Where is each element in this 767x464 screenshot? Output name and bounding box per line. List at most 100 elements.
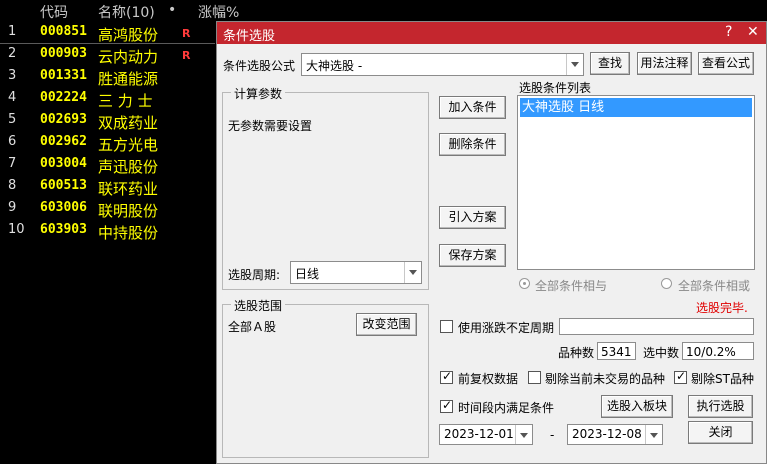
stock-code: 003004: [40, 156, 87, 171]
table-row[interactable]: 5 002693 双成药业: [0, 110, 215, 132]
table-row[interactable]: 9 603006 联明股份: [0, 198, 215, 220]
table-row[interactable]: 7 003004 声迅股份: [0, 154, 215, 176]
radio-or-label: 全部条件相或: [678, 279, 751, 293]
row-number: 9: [8, 200, 17, 215]
selected-row-underline: [0, 43, 215, 44]
table-row[interactable]: 2 000903 云内动力 R: [0, 44, 215, 66]
period-value: 日线: [295, 267, 320, 281]
selected-field: 10/0.2%: [682, 342, 754, 360]
range-caption: 选股范围: [231, 297, 286, 314]
adj-data-label: 前复权数据: [458, 372, 519, 386]
exclude-st-checkbox[interactable]: [674, 369, 687, 384]
stock-name: 五方光电: [98, 136, 159, 154]
use-period-checkbox[interactable]: [440, 320, 453, 333]
stock-code: 002224: [40, 90, 87, 105]
stock-name: 高鸿股份: [98, 26, 159, 44]
add-to-block-button[interactable]: 选股入板块: [601, 395, 673, 418]
view-formula-button[interactable]: 查看公式: [698, 52, 754, 75]
chevron-down-icon[interactable]: [515, 425, 532, 444]
table-row[interactable]: 4 002224 三 力 士: [0, 88, 215, 110]
stock-name: 中持股份: [98, 224, 159, 242]
condition-stock-picker-dialog: 条件选股 ? ✕ 条件选股公式 大神选股 - 查找 用法注释 查看公式 计算参数…: [216, 21, 767, 464]
status-text: 选股完毕.: [696, 301, 748, 315]
stock-name: 胜通能源: [98, 70, 159, 88]
time-range-checkbox[interactable]: [440, 398, 453, 413]
count-label: 品种数: [558, 346, 595, 360]
table-row[interactable]: 3 001331 胜通能源: [0, 66, 215, 88]
close-button[interactable]: 关闭: [688, 421, 753, 444]
help-icon[interactable]: ?: [725, 24, 732, 40]
exclude-st-label: 剔除ST品种: [691, 372, 754, 386]
row-number: 4: [8, 90, 17, 105]
count-field: 5341: [597, 342, 636, 360]
params-group: 计算参数 无参数需要设置 选股周期: 日线: [222, 85, 429, 290]
selected-label: 选中数: [643, 346, 680, 360]
save-scheme-button[interactable]: 保存方案: [439, 244, 506, 267]
time-range-label: 时间段内满足条件: [458, 401, 555, 415]
row-number: 2: [8, 46, 17, 61]
selected-value: 10/0.2%: [686, 345, 736, 359]
formula-label: 条件选股公式: [223, 59, 296, 73]
row-number: 8: [8, 178, 17, 193]
stock-code: 002693: [40, 112, 87, 127]
condition-list[interactable]: 大神选股 日线: [517, 95, 755, 270]
date-from-value: 2023-12-01: [444, 427, 514, 441]
stock-name: 三 力 士: [98, 92, 153, 110]
radio-and[interactable]: [519, 278, 530, 289]
period-select[interactable]: 日线: [290, 261, 422, 284]
date-separator: -: [550, 428, 555, 442]
margin-mark: R: [182, 27, 191, 40]
stock-name: 声迅股份: [98, 158, 159, 176]
period-input[interactable]: [559, 318, 754, 335]
formula-select[interactable]: 大神选股 -: [301, 53, 584, 76]
row-number: 3: [8, 68, 17, 83]
date-from-picker[interactable]: 2023-12-01: [439, 424, 533, 445]
stock-code: 603006: [40, 200, 87, 215]
adj-data-checkbox[interactable]: [440, 369, 453, 384]
col-name[interactable]: 名称(10): [98, 2, 155, 22]
col-code[interactable]: 代码: [40, 2, 68, 22]
table-row[interactable]: 1 000851 高鸿股份 R: [0, 22, 215, 44]
params-caption: 计算参数: [231, 85, 286, 102]
exclude-untraded-checkbox[interactable]: [528, 371, 541, 384]
table-row[interactable]: 6 002962 五方光电: [0, 132, 215, 154]
import-scheme-button[interactable]: 引入方案: [439, 206, 506, 229]
chevron-down-icon[interactable]: [404, 262, 421, 283]
stock-code: 603903: [40, 222, 87, 237]
chevron-down-icon[interactable]: [566, 54, 583, 75]
condition-list-item[interactable]: 大神选股 日线: [520, 98, 752, 117]
col-change-pct[interactable]: 涨幅%: [198, 2, 239, 22]
change-range-button[interactable]: 改变范围: [356, 313, 417, 336]
find-button[interactable]: 查找: [590, 52, 630, 75]
radio-or[interactable]: [661, 278, 672, 289]
range-value: 全部Ａ股: [228, 320, 277, 334]
stock-code: 600513: [40, 178, 87, 193]
table-row[interactable]: 10 603903 中持股份: [0, 220, 215, 242]
add-condition-button[interactable]: 加入条件: [439, 96, 506, 119]
row-number: 5: [8, 112, 17, 127]
stock-name: 联明股份: [98, 202, 159, 220]
exclude-untraded-label: 剔除当前未交易的品种: [545, 372, 666, 386]
date-to-picker[interactable]: 2023-12-08: [567, 424, 663, 445]
row-number: 7: [8, 156, 17, 171]
execute-button[interactable]: 执行选股: [688, 395, 753, 418]
stock-code: 001331: [40, 68, 87, 83]
row-number: 6: [8, 134, 17, 149]
formula-value: 大神选股 -: [306, 59, 363, 73]
close-icon[interactable]: ✕: [747, 24, 759, 40]
stock-code: 002962: [40, 134, 87, 149]
col-dot: •: [168, 2, 177, 18]
date-to-value: 2023-12-08: [572, 427, 642, 441]
margin-mark: R: [182, 49, 191, 62]
use-period-label: 使用涨跌不定周期: [458, 321, 555, 335]
table-row[interactable]: 8 600513 联环药业: [0, 176, 215, 198]
usage-notes-button[interactable]: 用法注释: [637, 52, 692, 75]
row-number: 10: [8, 222, 25, 237]
stock-name: 联环药业: [98, 180, 159, 198]
dialog-titlebar[interactable]: 条件选股 ? ✕: [217, 22, 766, 44]
delete-condition-button[interactable]: 删除条件: [439, 133, 506, 156]
stock-code: 000903: [40, 46, 87, 61]
count-value: 5341: [601, 345, 632, 359]
chevron-down-icon[interactable]: [645, 425, 662, 444]
range-group: 选股范围 全部Ａ股 改变范围: [222, 297, 429, 458]
